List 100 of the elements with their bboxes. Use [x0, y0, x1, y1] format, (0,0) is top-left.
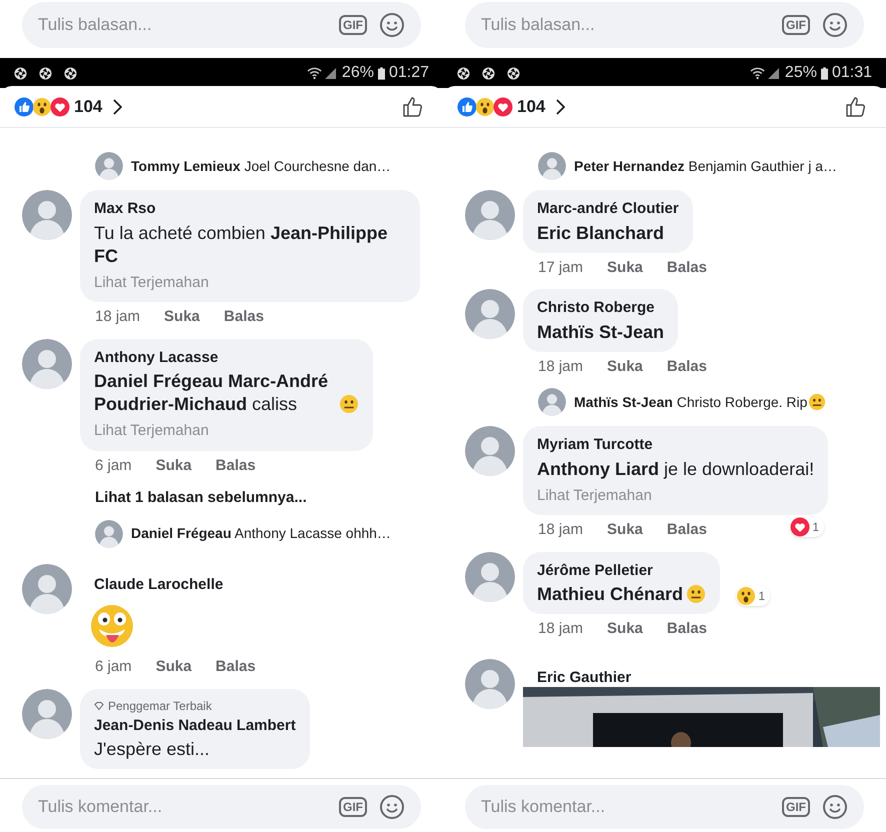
like-link[interactable]: Suka — [156, 656, 192, 678]
comment-text: Tu la acheté combien Jean-Philippe FC — [94, 222, 388, 268]
like-link[interactable]: Suka — [607, 356, 643, 378]
comment-text: Eric Blanchard — [537, 222, 664, 244]
emoji-icon[interactable] — [822, 12, 848, 38]
reply-preview: Mathïs St-Jean Christo Roberge. Rip — [574, 392, 808, 412]
emoji-icon[interactable] — [379, 794, 405, 820]
comment-time: 17 jam — [538, 258, 584, 278]
shutter-icon — [14, 66, 27, 80]
avatar — [95, 520, 123, 548]
avatar — [538, 388, 566, 416]
reaction-badge: 1 — [790, 517, 824, 537]
comment-time: 18 jam — [538, 356, 584, 376]
gif-button[interactable]: GIF — [339, 797, 367, 817]
avatar — [465, 426, 515, 476]
avatar — [538, 152, 566, 180]
reply-preview: Peter Hernandez Benjamin Gauthier j a… — [574, 156, 838, 176]
emoji-icon[interactable] — [822, 794, 848, 820]
comment-field[interactable]: Tulis komentar... GIF — [465, 785, 864, 829]
reply-link[interactable]: Balas — [666, 519, 707, 542]
shutter-icon — [39, 66, 52, 80]
diamond-icon — [94, 700, 104, 710]
comment-author: Christo Roberge — [537, 298, 656, 318]
thumbs-up-icon[interactable] — [844, 94, 868, 118]
comment-time: 6 jam — [95, 456, 132, 476]
signal-icon — [768, 68, 779, 78]
like-link[interactable]: Suka — [156, 454, 192, 477]
shutter-icon — [482, 66, 495, 80]
gif-button[interactable]: GIF — [782, 15, 810, 35]
status-time: 01:31 — [832, 63, 872, 83]
comment-author: Jérôme Pelletier — [537, 560, 654, 580]
reply-link[interactable]: Balas — [666, 256, 707, 279]
translation-link[interactable]: Lihat Terjemahan — [94, 420, 209, 442]
chevron-right-icon[interactable] — [555, 98, 566, 114]
comment-text: Mathieu Chénard — [537, 583, 684, 606]
avatar — [95, 152, 123, 180]
comment-time: 18 jam — [538, 619, 584, 639]
comment-text: Anthony Liard je le downloaderai! — [537, 458, 814, 480]
surprised-face-icon — [736, 586, 756, 606]
reaction-count[interactable]: 104 — [517, 94, 546, 120]
wifi-icon — [306, 66, 322, 80]
like-reaction-icon — [14, 96, 34, 116]
fan-label: Penggemar Terbaik — [108, 698, 212, 714]
comment-field[interactable]: Tulis komentar... GIF — [22, 785, 421, 829]
gif-button[interactable]: GIF — [782, 797, 810, 817]
comment-author: Marc-andré Cloutier — [537, 199, 679, 219]
wifi-icon — [750, 66, 765, 80]
avatar — [465, 289, 515, 339]
comment-author: Claude Larochelle — [94, 574, 224, 594]
avatar — [22, 190, 72, 240]
surprised-face-icon — [475, 96, 495, 116]
reply-link[interactable]: Balas — [224, 306, 264, 328]
battery-icon — [820, 66, 828, 80]
like-link[interactable]: Suka — [607, 618, 643, 640]
avatar — [465, 190, 515, 240]
shutter-icon — [507, 66, 520, 80]
like-link[interactable]: Suka — [607, 519, 643, 542]
signal-icon — [324, 68, 336, 78]
comment-text: Daniel Frégeau Marc-André Poudrier-Michaud caliss — [94, 370, 330, 416]
comment-field[interactable]: Tulis balasan... GIF — [22, 2, 421, 48]
like-link[interactable]: Suka — [164, 306, 200, 328]
avatar — [22, 688, 72, 738]
comment-author: Anthony Lacasse — [94, 348, 220, 368]
comment-text: J'espère esti... — [94, 738, 210, 761]
reply-link[interactable]: Balas — [216, 656, 256, 678]
comment-time: 18 jam — [538, 520, 584, 540]
reply-link[interactable]: Balas — [666, 618, 707, 640]
chevron-right-icon[interactable] — [112, 98, 122, 114]
reaction-count[interactable]: 104 — [74, 94, 102, 120]
shutter-icon — [64, 66, 77, 80]
comment-field[interactable]: Tulis balasan... GIF — [465, 2, 864, 48]
gif-button[interactable]: GIF — [339, 15, 367, 35]
comment-author: Max Rso — [94, 199, 157, 219]
reply-preview: Tommy Lemieux Joel Courchesne dan… — [131, 156, 391, 176]
like-reaction-icon — [457, 96, 477, 116]
translation-link[interactable]: Lihat Terjemahan — [94, 272, 209, 294]
comment-time: 18 jam — [95, 307, 140, 327]
shutter-icon — [457, 66, 470, 80]
reply-preview: Daniel Frégeau Anthony Lacasse ohhh… — [131, 524, 391, 543]
thumbs-up-icon[interactable] — [401, 94, 425, 118]
status-time: 01:27 — [388, 63, 429, 83]
translation-link[interactable]: Lihat Terjemahan — [537, 484, 652, 507]
battery-percent: 26% — [342, 63, 374, 83]
battery-icon — [378, 66, 385, 80]
reply-link[interactable]: Balas — [666, 356, 707, 378]
avatar — [465, 552, 515, 602]
comment-time: 6 jam — [95, 657, 132, 677]
battery-percent: 25% — [784, 63, 817, 83]
comment-author: Jean-Denis Nadeau Lambert — [94, 716, 296, 736]
previous-replies-link[interactable]: Lihat 1 balasan sebelumnya... — [0, 487, 307, 510]
avatar — [465, 658, 515, 708]
reaction-badge: 1 — [736, 586, 770, 606]
emoji-icon[interactable] — [379, 12, 405, 38]
comment-author: Myriam Turcotte — [537, 435, 654, 455]
comment-text: Mathïs St-Jean — [537, 320, 664, 344]
reply-link[interactable]: Balas — [216, 454, 256, 477]
comment-author: Eric Gauthier — [537, 668, 632, 688]
like-link[interactable]: Suka — [607, 256, 643, 279]
avatar — [22, 338, 72, 388]
surprised-face-icon — [32, 96, 52, 116]
